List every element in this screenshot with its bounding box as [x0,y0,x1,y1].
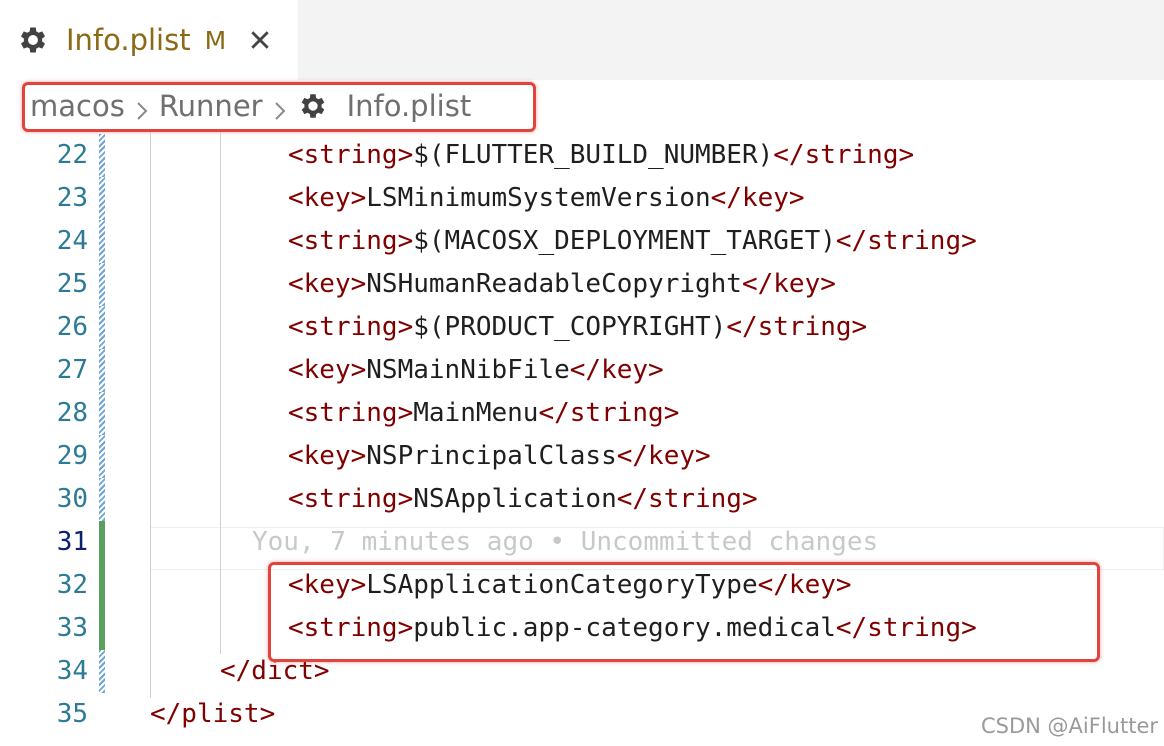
git-modified-gutter[interactable] [99,392,105,435]
line-number: 28 [56,398,88,428]
code-text: </plist> [150,699,275,729]
xml-open-tag: <key> [288,183,367,213]
git-modified-gutter[interactable] [99,220,105,263]
git-modified-gutter[interactable] [99,306,105,349]
xml-close-tag: </key> [741,269,836,299]
code-line[interactable]: 24 <string>$(MACOSX_DEPLOYMENT_TARGET)</s… [0,220,1164,263]
breadcrumb-highlight-box [22,82,536,132]
tab-info-plist[interactable]: Info.plist M [0,0,298,80]
xml-open-tag: <string> [288,484,414,514]
xml-open-tag: <string> [288,398,414,428]
line-number: 29 [56,441,88,471]
code-text: <string>$(PRODUCT_COPYRIGHT)</string> [288,312,867,342]
xml-open-tag: <key> [288,355,367,385]
watermark: CSDN @AiFlutter [981,714,1158,738]
xml-close-tag: </key> [710,183,805,213]
line-number: 25 [56,269,88,299]
line-number: 33 [56,613,88,643]
line-number: 32 [56,570,88,600]
git-modified-gutter[interactable] [99,263,105,306]
xml-open-tag: </plist> [150,699,276,729]
xml-content: NSApplication [413,484,617,514]
code-text: <key>NSMainNibFile</key> [288,355,664,385]
git-added-gutter[interactable] [99,521,105,564]
xml-close-tag: </string> [773,140,915,170]
xml-close-tag: </key> [616,441,711,471]
xml-content: $(PRODUCT_COPYRIGHT) [413,312,727,342]
line-number: 26 [56,312,88,342]
xml-close-tag: </string> [616,484,758,514]
xml-open-tag: <key> [288,441,367,471]
code-line[interactable]: 29 <key>NSPrincipalClass</key> [0,435,1164,478]
line-number: 23 [56,183,88,213]
line-number: 27 [56,355,88,385]
xml-content: NSHumanReadableCopyright [366,269,742,299]
xml-content: NSMainNibFile [366,355,570,385]
code-line[interactable]: 23 <key>LSMinimumSystemVersion</key> [0,177,1164,220]
git-modified-gutter[interactable] [99,435,105,478]
git-added-gutter[interactable] [99,607,105,650]
line-number: 34 [56,656,88,686]
code-line[interactable]: 30 <string>NSApplication</string> [0,478,1164,521]
line-number: 24 [56,226,88,256]
xml-close-tag: </string> [835,226,977,256]
git-added-gutter[interactable] [99,564,105,607]
line-number: 30 [56,484,88,514]
modified-indicator: M [204,25,227,55]
xml-open-tag: <string> [288,226,414,256]
xml-content: LSMinimumSystemVersion [366,183,711,213]
line-number: 35 [56,699,88,729]
tab-title: Info.plist [66,23,191,57]
xml-close-tag: </string> [538,398,680,428]
xml-open-tag: <key> [288,269,367,299]
code-line[interactable]: 28 <string>MainMenu</string> [0,392,1164,435]
code-line[interactable]: 22 <string>$(FLUTTER_BUILD_NUMBER)</strin… [0,134,1164,177]
line-number: 22 [56,140,88,170]
xml-content: NSPrincipalClass [366,441,617,471]
git-modified-gutter[interactable] [99,177,105,220]
git-modified-gutter[interactable] [99,349,105,392]
close-icon[interactable] [246,26,274,54]
code-text: <string>$(FLUTTER_BUILD_NUMBER)</string> [288,140,914,170]
xml-content: MainMenu [413,398,539,428]
git-modified-gutter[interactable] [99,478,105,521]
tab-bar: Info.plist M [0,0,1164,80]
code-line[interactable]: 31 You, 7 minutes ago • Uncommitted chang… [0,521,1164,564]
code-text: <string>$(MACOSX_DEPLOYMENT_TARGET)</str… [288,226,977,256]
code-text: <key>LSMinimumSystemVersion</key> [288,183,805,213]
code-text: <string>MainMenu</string> [288,398,679,428]
git-blame-annotation: You, 7 minutes ago • Uncommitted changes [252,527,879,557]
xml-close-tag: </string> [726,312,868,342]
code-line[interactable]: 26 <string>$(PRODUCT_COPYRIGHT)</string> [0,306,1164,349]
gear-icon [20,27,46,53]
code-text: <key>NSPrincipalClass</key> [288,441,711,471]
added-keys-highlight-box [268,562,1100,662]
git-modified-gutter[interactable] [99,650,105,693]
line-number: 31 [56,527,88,557]
xml-content: $(FLUTTER_BUILD_NUMBER) [413,140,774,170]
xml-open-tag: <string> [288,312,414,342]
xml-content: $(MACOSX_DEPLOYMENT_TARGET) [413,226,836,256]
code-text: <key>NSHumanReadableCopyright</key> [288,269,836,299]
xml-close-tag: </key> [569,355,664,385]
code-text: <string>NSApplication</string> [288,484,758,514]
git-modified-gutter[interactable] [99,134,105,177]
xml-open-tag: <string> [288,140,414,170]
code-line[interactable]: 27 <key>NSMainNibFile</key> [0,349,1164,392]
code-line[interactable]: 25 <key>NSHumanReadableCopyright</key> [0,263,1164,306]
